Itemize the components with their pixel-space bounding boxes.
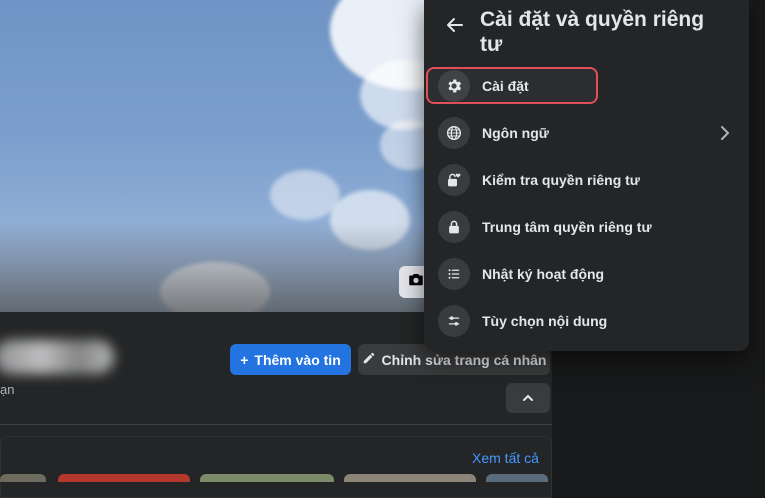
- globe-icon: [438, 117, 470, 149]
- collapse-button[interactable]: [506, 383, 550, 413]
- menu-item-language[interactable]: Ngôn ngữ: [428, 113, 740, 153]
- menu-title: Cài đặt và quyền riêng tư: [480, 8, 705, 56]
- add-to-story-button[interactable]: + Thêm vào tin: [230, 344, 351, 375]
- thumbnail[interactable]: [486, 474, 548, 482]
- menu-item-label: Ngôn ngữ: [482, 125, 549, 141]
- lock-heart-icon: [438, 164, 470, 196]
- thumbnail[interactable]: [344, 474, 476, 482]
- menu-item-content-preferences[interactable]: Tùy chọn nội dung: [428, 301, 740, 341]
- menu-item-activity-log[interactable]: Nhật ký hoạt động: [428, 254, 740, 294]
- thumbnail[interactable]: [200, 474, 334, 482]
- see-all-link[interactable]: Xem tất cả: [472, 450, 539, 466]
- add-to-story-label: Thêm vào tin: [254, 351, 341, 368]
- profile-name-blurred: [0, 340, 114, 374]
- thumbnail[interactable]: [0, 474, 46, 482]
- thumbnail[interactable]: [58, 474, 190, 482]
- chevron-right-icon: [716, 123, 734, 143]
- featured-section-card: [0, 436, 552, 498]
- friends-count-fragment: ạn: [0, 382, 15, 397]
- settings-item-highlight-outline: [426, 67, 598, 104]
- menu-item-label: Nhật ký hoạt động: [482, 266, 605, 282]
- arrow-left-icon: [446, 16, 464, 39]
- menu-item-label: Tùy chọn nội dung: [482, 313, 608, 329]
- chevron-up-icon: [522, 389, 534, 407]
- edit-profile-label: Chỉnh sửa trang cá nhân: [381, 351, 547, 368]
- list-icon: [438, 258, 470, 290]
- camera-icon: [407, 271, 425, 294]
- plus-icon: +: [240, 351, 249, 368]
- settings-privacy-menu: Cài đặt và quyền riêng tư Cài đặt Ngôn n…: [424, 0, 749, 351]
- pencil-icon: [362, 351, 376, 368]
- menu-item-label: Kiểm tra quyền riêng tư: [482, 172, 640, 188]
- menu-item-label: Trung tâm quyền riêng tư: [482, 219, 652, 235]
- menu-item-privacy-checkup[interactable]: Kiểm tra quyền riêng tư: [428, 160, 740, 200]
- menu-item-privacy-center[interactable]: Trung tâm quyền riêng tư: [428, 207, 740, 247]
- lock-icon: [438, 211, 470, 243]
- back-button[interactable]: [442, 14, 468, 40]
- sliders-icon: [438, 305, 470, 337]
- divider: [0, 424, 552, 425]
